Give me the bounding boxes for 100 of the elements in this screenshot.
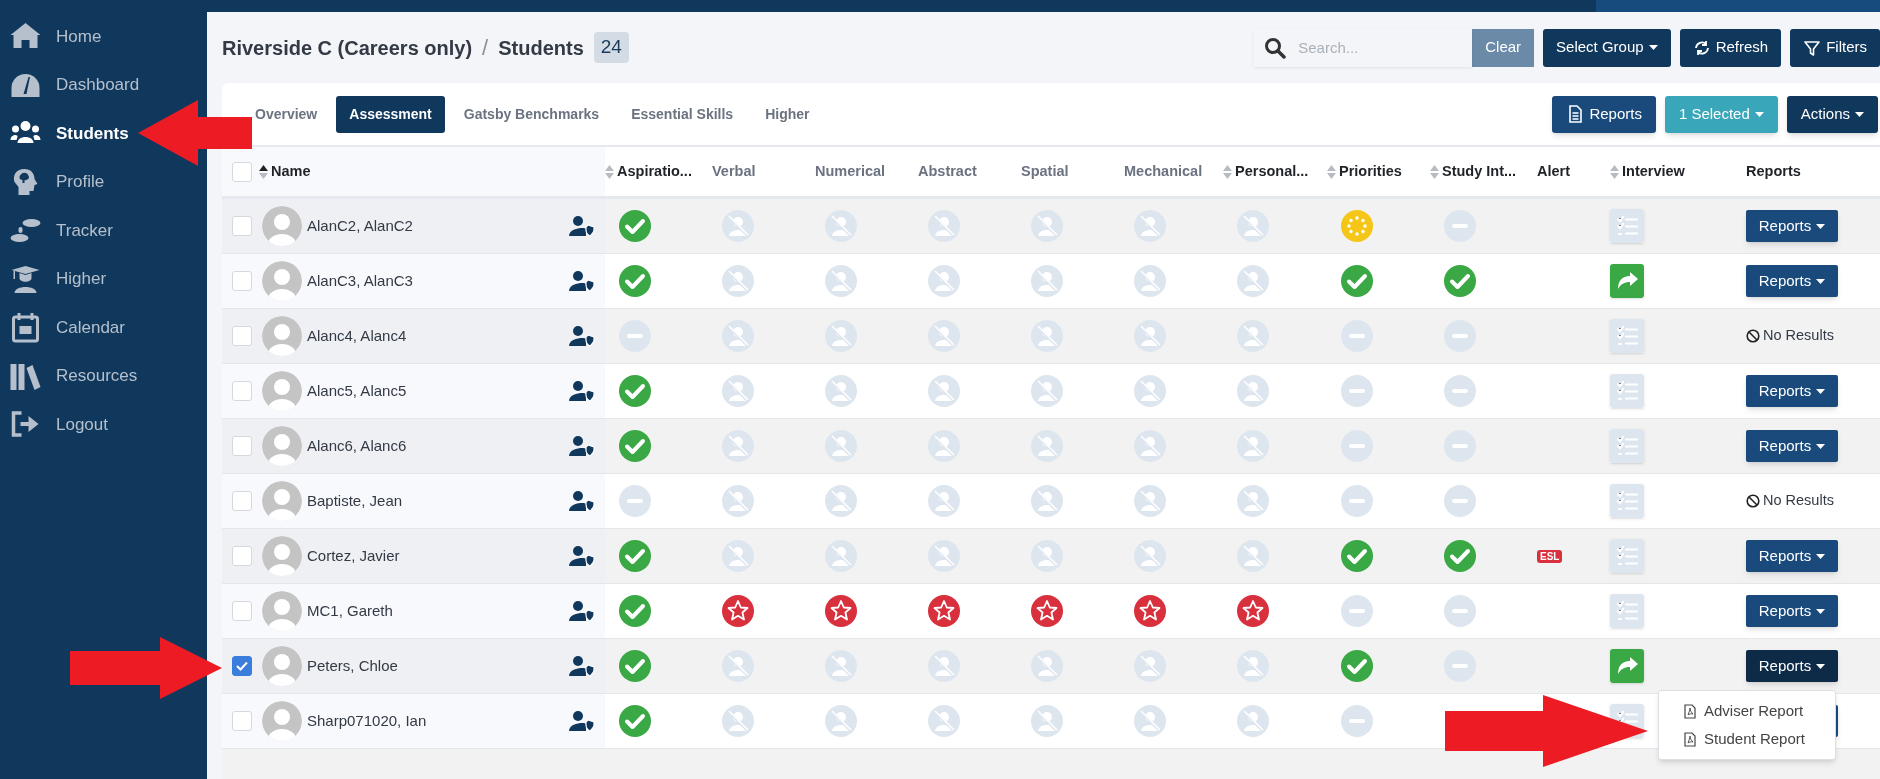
sort-icon[interactable] — [259, 164, 268, 179]
checklist-icon[interactable] — [1610, 209, 1644, 243]
user-shield-icon[interactable] — [569, 545, 595, 567]
reports-button[interactable]: Reports — [1746, 650, 1838, 682]
column-header[interactable]: Aspiratio... — [617, 160, 692, 183]
student-name: Alanc4, Alanc4 — [307, 325, 408, 346]
sidebar-item[interactable]: Profile — [0, 157, 105, 206]
minus-icon — [618, 319, 652, 353]
sidebar-item[interactable]: Dashboard — [0, 60, 140, 109]
user-slash-icon — [721, 209, 755, 243]
column-header[interactable]: Name — [271, 160, 311, 183]
user-shield-icon[interactable] — [569, 600, 595, 622]
sidebar-item[interactable]: Students — [0, 109, 129, 158]
user-slash-icon — [1133, 319, 1167, 353]
user-shield-icon[interactable] — [569, 380, 595, 402]
user-slash-icon — [1030, 649, 1064, 683]
clear-button[interactable]: Clear — [1472, 28, 1535, 67]
checklist-icon[interactable] — [1610, 539, 1644, 573]
column-header[interactable]: Interview — [1622, 160, 1685, 183]
search-field[interactable]: Search... — [1254, 28, 1473, 67]
user-slash-icon — [824, 704, 858, 738]
sidebar-item[interactable]: Logout — [0, 400, 108, 449]
user-slash-icon — [721, 704, 755, 738]
user-slash-icon — [824, 429, 858, 463]
reports-button[interactable]: Reports — [1746, 595, 1838, 627]
tab[interactable]: Assessment — [336, 95, 445, 133]
user-slash-icon — [927, 649, 961, 683]
column-header[interactable]: Study Int... — [1442, 160, 1517, 183]
menu-item[interactable]: Adviser Report — [1659, 697, 1835, 725]
share-arrow-icon[interactable] — [1610, 649, 1644, 683]
sidebar-item[interactable]: Tracker — [0, 206, 113, 255]
user-slash-icon — [1133, 209, 1167, 243]
toolbar-button[interactable]: Select Group — [1543, 28, 1671, 67]
user-shield-icon[interactable] — [569, 435, 595, 457]
user-shield-icon[interactable] — [569, 710, 595, 732]
reports-button[interactable]: Reports — [1746, 375, 1838, 407]
count-badge: 24 — [593, 32, 629, 63]
user-slash-icon — [1030, 429, 1064, 463]
user-shield-icon[interactable] — [569, 215, 595, 237]
toolbar-button[interactable]: Filters — [1790, 28, 1880, 67]
user-slash-icon — [721, 484, 755, 518]
column-header: Alert — [1536, 161, 1571, 181]
tab[interactable]: Gatsby Benchmarks — [450, 95, 613, 133]
user-slash-icon — [1030, 539, 1064, 573]
minus-icon — [1340, 319, 1374, 353]
user-shield-icon[interactable] — [569, 325, 595, 347]
sidebar-item[interactable]: Higher — [0, 254, 107, 303]
menu-item[interactable]: Student Report — [1659, 725, 1835, 753]
breadcrumb-link[interactable]: Riverside C (Careers only) — [222, 32, 473, 63]
column-header: Reports — [1745, 161, 1801, 181]
student-name: AlanC2, AlanC2 — [307, 215, 414, 236]
checklist-icon[interactable] — [1610, 484, 1644, 518]
user-shield-icon[interactable] — [569, 490, 595, 512]
checklist-icon[interactable] — [1610, 429, 1644, 463]
reports-button[interactable]: Reports — [1746, 540, 1838, 572]
student-name: Sharp071020, Ian — [307, 710, 428, 731]
user-slash-icon — [1030, 484, 1064, 518]
check-icon — [618, 539, 652, 573]
user-slash-icon — [1133, 539, 1167, 573]
reports-button[interactable]: Reports — [1746, 210, 1838, 242]
column-header[interactable]: Priorities — [1339, 160, 1402, 183]
column-header: Spatial — [1020, 161, 1069, 181]
avatar-icon — [262, 591, 302, 631]
tab[interactable]: Higher — [752, 95, 823, 133]
avatar-icon — [262, 371, 302, 411]
user-shield-icon[interactable] — [569, 655, 595, 677]
tab[interactable]: Essential Skills — [618, 95, 747, 133]
action-button[interactable]: Actions — [1786, 95, 1878, 133]
check-icon — [1340, 649, 1374, 683]
check-icon — [1443, 539, 1477, 573]
share-arrow-icon[interactable] — [1610, 264, 1644, 298]
user-shield-icon[interactable] — [569, 270, 595, 292]
sidebar-item[interactable]: Resources — [0, 351, 138, 400]
sidebar-item[interactable]: Home — [0, 12, 102, 61]
checklist-icon[interactable] — [1610, 594, 1644, 628]
checkbox[interactable] — [232, 656, 252, 676]
reports-button[interactable]: Reports — [1746, 265, 1838, 297]
avatar-icon — [262, 206, 302, 246]
sidebar-item[interactable]: Calendar — [0, 303, 125, 352]
student-name: AlanC3, AlanC3 — [307, 270, 414, 291]
reports-button[interactable]: Reports — [1746, 430, 1838, 462]
column-header: Mechanical — [1123, 161, 1203, 181]
toolbar-button[interactable]: Refresh — [1679, 28, 1782, 67]
minus-icon — [1443, 209, 1477, 243]
user-slash-icon — [927, 319, 961, 353]
checklist-icon[interactable] — [1610, 374, 1644, 408]
user-slash-icon — [927, 704, 961, 738]
user-slash-icon — [1236, 374, 1270, 408]
user-slash-icon — [1236, 209, 1270, 243]
checkmark-icon — [236, 661, 248, 671]
action-button[interactable]: Reports — [1552, 95, 1656, 133]
ban-icon — [1746, 329, 1760, 343]
column-header[interactable]: Personal... — [1235, 160, 1309, 183]
caret-icon — [1816, 553, 1826, 559]
checklist-icon[interactable] — [1610, 319, 1644, 353]
user-slash-icon — [824, 264, 858, 298]
breadcrumb-separator: / — [482, 34, 489, 62]
refresh-icon — [1692, 38, 1711, 57]
tab[interactable]: Overview — [242, 95, 331, 133]
user-slash-icon — [1236, 704, 1270, 738]
